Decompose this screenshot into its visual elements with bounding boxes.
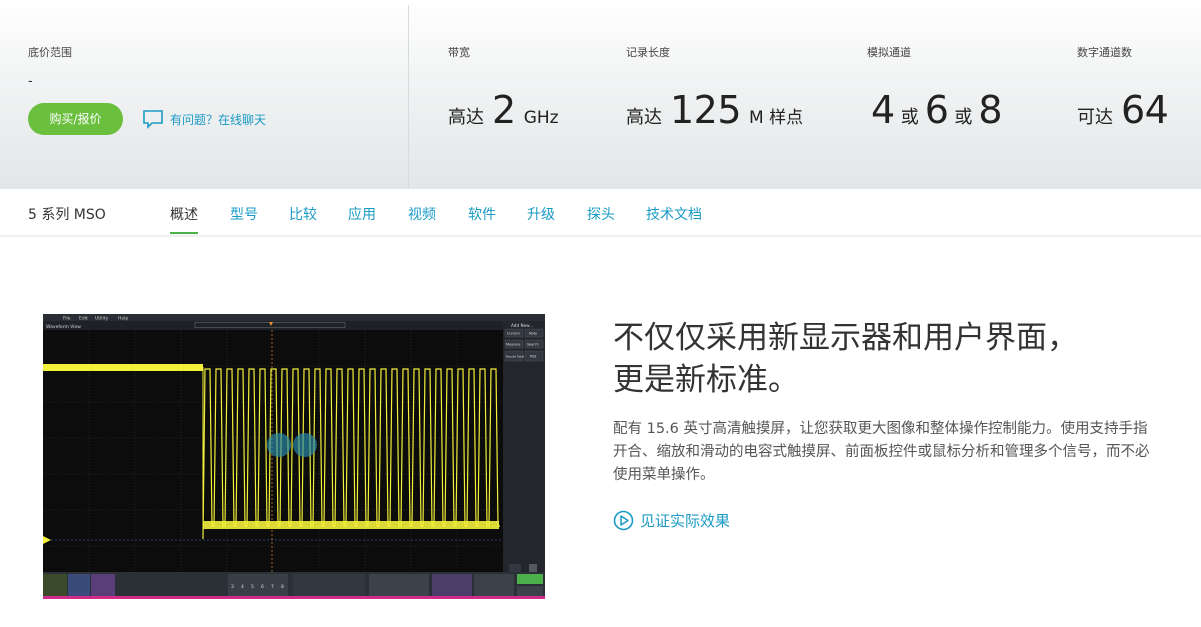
tab-overview[interactable]: 概述: [170, 204, 198, 234]
live-chat-label: 有问题？在线聊天: [170, 112, 267, 127]
buy-quote-button[interactable]: 购买/报价: [28, 103, 123, 135]
scope-btn-cursors: Cursors: [507, 332, 520, 336]
analog-channels-option-2: 6: [924, 88, 949, 132]
record-length-number: 125: [670, 88, 742, 132]
scope-menu-help: Help: [118, 316, 128, 322]
analog-channels-option-3: 8: [978, 88, 1003, 132]
analog-channels-option-1: 4: [871, 88, 895, 132]
record-length-value: 高达 125 M 样点: [626, 88, 803, 132]
analog-channels-label: 模拟通道: [867, 46, 911, 59]
scope-side-title: Add New...: [511, 323, 533, 328]
oscilloscope-screen-image: File Edit Utility Help Waveform View Add…: [43, 314, 545, 599]
tab-technical-docs[interactable]: 技术文档: [646, 204, 702, 224]
scope-channel-6: 6: [261, 584, 264, 590]
feature-headline-line-1: 不仅仅采用新显示器和用户界面，: [613, 320, 1078, 356]
scope-channel-5: 5: [251, 584, 254, 590]
bandwidth-unit: GHz: [523, 108, 559, 128]
banner-divider: [408, 5, 409, 189]
feature-headline: 不仅仅采用新显示器和用户界面， 更是新标准。: [613, 317, 1173, 401]
record-length-prefix: 高达: [626, 107, 662, 128]
bandwidth-prefix: 高达: [448, 107, 484, 128]
scope-channel-3: 3: [231, 584, 234, 590]
play-circle-icon: [613, 510, 634, 531]
analog-channels-or-2: 或: [954, 107, 973, 128]
feature-description: 配有 15.6 英寸高清触摸屏，让您获取更大图像和整体操作控制能力。使用支持手指…: [613, 421, 1150, 483]
scope-btn-plot: Plot: [530, 355, 537, 359]
price-range-value: -: [28, 74, 33, 89]
scope-btn-search: Search: [527, 343, 539, 347]
watch-video-link[interactable]: 见证实际效果: [613, 510, 730, 531]
scope-channel-7: 7: [271, 584, 274, 590]
scope-menu-utility: Utility: [95, 316, 109, 322]
tab-software[interactable]: 软件: [468, 204, 496, 224]
scope-btn-results-table: Results Table: [506, 355, 524, 359]
tab-models[interactable]: 型号: [230, 204, 258, 224]
digital-channels-number: 64: [1121, 88, 1169, 132]
scope-menu-edit: Edit: [79, 316, 88, 322]
bandwidth-number: 2: [492, 88, 516, 132]
scope-channel-8: 8: [281, 584, 284, 590]
chat-bubble-icon: [143, 110, 163, 129]
analog-channels-value: 4 或 6 或 8: [871, 88, 1008, 132]
digital-channels-value: 可达 64: [1077, 88, 1176, 132]
product-name: 5 系列 MSO: [28, 207, 106, 223]
tab-videos[interactable]: 视频: [408, 204, 436, 224]
bandwidth-value: 高达 2 GHz: [448, 88, 559, 132]
record-length-unit: M 样点: [749, 108, 804, 128]
digital-channels-label: 数字通道数: [1077, 46, 1132, 59]
tab-upgrades[interactable]: 升级: [527, 204, 555, 224]
oscilloscope-display: File Edit Utility Help Waveform View Add…: [43, 314, 545, 599]
live-chat-link[interactable]: 有问题？在线聊天: [142, 106, 266, 132]
scope-btn-note: Note: [529, 332, 537, 336]
tab-compare[interactable]: 比较: [289, 204, 317, 224]
tab-probes[interactable]: 探头: [587, 204, 615, 224]
watch-video-label: 见证实际效果: [640, 512, 731, 530]
tab-applications[interactable]: 应用: [348, 204, 376, 224]
scope-panel-title: Waveform View: [46, 324, 81, 330]
scope-channel-4: 4: [241, 584, 244, 590]
bandwidth-label: 带宽: [448, 46, 470, 59]
scope-btn-measure: Measure: [506, 343, 520, 347]
scope-menu-file: File: [63, 316, 71, 322]
price-range-label: 底价范围: [28, 46, 72, 59]
analog-channels-or-1: 或: [900, 107, 919, 128]
spec-banner: 底价范围 - 购买/报价 有问题？在线聊天 带宽 高达 2 GHz 记录长度 高…: [0, 0, 1201, 189]
product-nav: 5 系列 MSO 概述 型号 比较 应用 视频 软件 升级 探头 技术文档: [0, 189, 1201, 237]
feature-headline-line-2: 更是新标准。: [613, 362, 799, 398]
record-length-label: 记录长度: [626, 46, 670, 59]
digital-channels-prefix: 可达: [1077, 107, 1113, 128]
